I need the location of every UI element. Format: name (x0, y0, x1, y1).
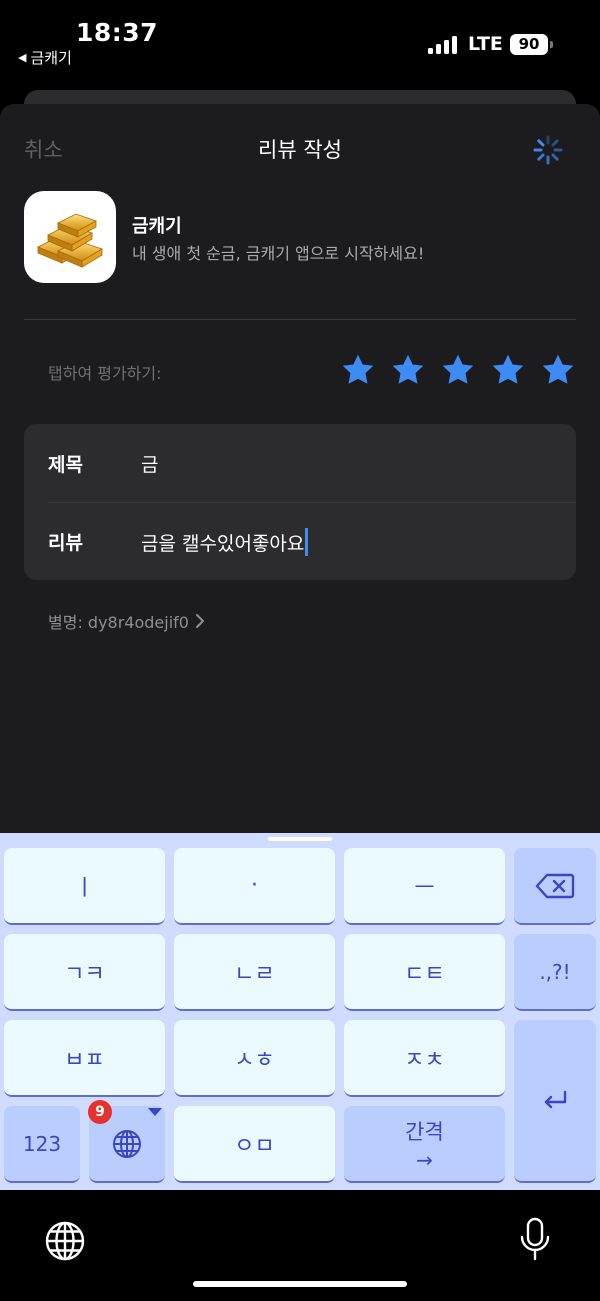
app-name: 금캐기 (132, 216, 182, 237)
dropdown-triangle-icon[interactable] (148, 1108, 162, 1116)
divider (24, 319, 576, 320)
numbers-key[interactable]: 123 (4, 1106, 80, 1183)
space-label: 간격 (405, 1119, 444, 1144)
nickname-link[interactable]: 별명: dy8r4odejif0 (48, 609, 205, 633)
text-caret (305, 528, 309, 556)
return-key[interactable] (514, 1020, 596, 1183)
review-form: 제목 금 리뷰 금을 캘수있어좋아요 (24, 424, 576, 580)
return-icon (544, 1090, 567, 1108)
space-key[interactable]: 간격 → (344, 1106, 505, 1183)
review-field[interactable]: 금을 캘수있어좋아요 (141, 528, 309, 556)
notification-badge: 9 (88, 1100, 112, 1124)
key-jieut[interactable]: ㅈㅊ (344, 1020, 505, 1097)
numbers-label: 123 (22, 1131, 62, 1156)
title-label: 제목 (48, 454, 83, 476)
back-to-app-link[interactable]: ◀ 금캐기 (18, 47, 72, 68)
nickname-text: 별명: dy8r4odejif0 (48, 613, 189, 632)
star-3-icon[interactable] (440, 352, 476, 388)
network-type: LTE (468, 33, 503, 55)
rating-label: 탭하여 평가하기: (48, 364, 162, 383)
star-rating[interactable] (340, 352, 576, 388)
key-digeut[interactable]: ㄷㅌ (344, 934, 505, 1011)
key-nieun[interactable]: ㄴㄹ (174, 934, 335, 1011)
backspace-icon (535, 873, 575, 898)
star-5-icon[interactable] (540, 352, 576, 388)
switch-keyboard-globe-icon[interactable] (44, 1220, 86, 1262)
key-siot[interactable]: ㅅㅎ (174, 1020, 335, 1097)
battery-tip (550, 41, 553, 48)
key-vowel-eu[interactable]: ㅡ (344, 848, 505, 925)
backspace-key[interactable] (514, 848, 596, 925)
title-row[interactable]: 제목 금 (24, 424, 576, 502)
key-giyeok[interactable]: ㄱㅋ (4, 934, 165, 1011)
activity-spinner-icon (533, 135, 563, 165)
chevron-right-icon (195, 614, 204, 628)
status-time: 18:37 (76, 18, 159, 47)
key-vowel-i[interactable]: ㅣ (4, 848, 165, 925)
space-arrow-icon: → (416, 1147, 433, 1172)
review-text: 금을 캘수있어좋아요 (141, 533, 305, 555)
status-bar: 18:37 ◀ 금캐기 LTE 90 (0, 0, 600, 90)
punctuation-key[interactable]: .,?! (514, 934, 596, 1011)
microphone-icon[interactable] (516, 1216, 554, 1264)
title-field[interactable]: 금 (141, 450, 158, 477)
review-sheet: 리뷰 작성 취소 금캐기 내 생애 첫 순금, 금캐기 앱으로 시작하세요! 탭… (0, 104, 600, 844)
keyboard-handle[interactable] (268, 837, 332, 841)
battery-icon: 90 (510, 34, 548, 55)
gold-bars-icon (24, 191, 116, 283)
star-4-icon[interactable] (490, 352, 526, 388)
globe-icon (113, 1129, 141, 1158)
key-dot[interactable]: · (174, 848, 335, 925)
key-bieup[interactable]: ㅂㅍ (4, 1020, 165, 1097)
back-app-label: 금캐기 (30, 49, 72, 67)
keyboard-bottom-bar (0, 1190, 600, 1301)
app-subtitle: 내 생애 첫 순금, 금캐기 앱으로 시작하세요! (132, 244, 425, 263)
cellular-signal-icon (428, 36, 458, 54)
punctuation-label: .,?! (539, 959, 571, 984)
star-2-icon[interactable] (390, 352, 426, 388)
review-row[interactable]: 리뷰 금을 캘수있어좋아요 (24, 502, 576, 580)
star-1-icon[interactable] (340, 352, 376, 388)
page-title: 리뷰 작성 (258, 138, 342, 162)
key-ieung[interactable]: ㅇㅁ (174, 1106, 335, 1183)
cancel-button[interactable]: 취소 (24, 134, 63, 164)
home-indicator[interactable] (193, 1281, 407, 1287)
review-label: 리뷰 (48, 532, 83, 554)
back-triangle-icon: ◀ (18, 51, 27, 64)
